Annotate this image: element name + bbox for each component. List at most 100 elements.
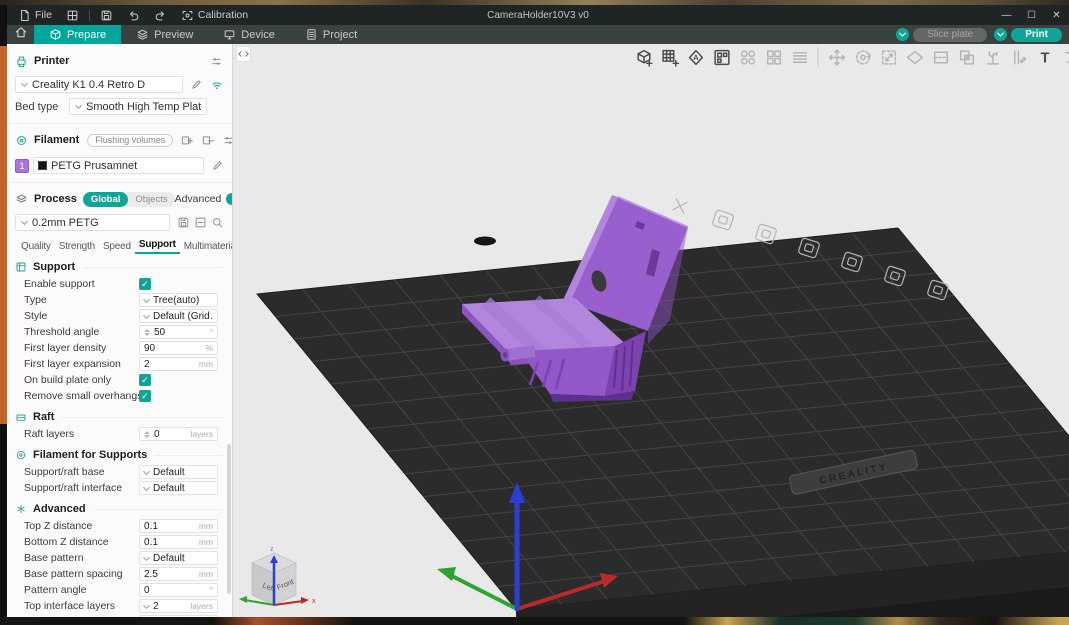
base-pattern-select[interactable]: Default xyxy=(139,551,218,565)
remove-filament-icon[interactable] xyxy=(201,133,215,147)
base-pattern-spacing-input[interactable]: 2.5 mm xyxy=(139,567,218,581)
printer-select[interactable]: Creality K1 0.4 Retro D xyxy=(15,76,183,93)
process-tab-strength[interactable]: Strength xyxy=(55,241,99,254)
process-header: Process xyxy=(34,193,77,205)
setting-label: Support/raft base xyxy=(24,466,105,478)
file-menu[interactable]: File xyxy=(11,5,59,25)
viewport-3d[interactable]: CREALITY Left Front x z A T xyxy=(233,44,1069,617)
tab-prepare[interactable]: Prepare xyxy=(34,25,122,44)
setting-row-base-pattern-spacing: Base pattern spacing 2.5 mm xyxy=(7,566,232,582)
redo-icon xyxy=(154,9,167,22)
first-layer-expansion-input[interactable]: 2 mm xyxy=(139,357,218,371)
screen: File Calibration CameraHolder10V3 v0 — ☐… xyxy=(0,0,1069,625)
text-tool-button[interactable]: T xyxy=(1032,45,1056,69)
sec-filament xyxy=(15,449,27,461)
lay-on-face-tool-button[interactable] xyxy=(902,45,926,69)
calibration-button[interactable]: Calibration xyxy=(174,5,255,25)
redo-button[interactable] xyxy=(147,5,174,25)
cut-tool-button[interactable] xyxy=(928,45,952,69)
first-layer-density-input[interactable]: 90% xyxy=(139,341,218,355)
style-select[interactable]: Default (Grid… xyxy=(139,309,218,323)
threshold-angle-spinner[interactable]: 50 ° xyxy=(139,325,218,339)
minimize-button[interactable]: — xyxy=(994,5,1019,25)
close-button[interactable]: ✕ xyxy=(1044,5,1069,25)
filament-select[interactable]: PETG Prusamnet xyxy=(33,157,204,174)
tab-project[interactable]: Project xyxy=(290,25,372,44)
slice-plate-button[interactable]: Slice plate xyxy=(913,27,988,42)
process-icon xyxy=(15,193,28,206)
setting-label: Base pattern xyxy=(24,552,84,564)
mesh-boolean-tool-button[interactable] xyxy=(954,45,978,69)
support-paint-tool-button[interactable] xyxy=(980,45,1004,69)
print-button[interactable]: Print xyxy=(1011,27,1062,42)
filament-settings-icon[interactable] xyxy=(222,134,232,147)
undo-button[interactable] xyxy=(120,5,147,25)
scale-tool-button[interactable] xyxy=(876,45,900,69)
auto-orient-tool-button[interactable]: A xyxy=(683,45,707,69)
type-select[interactable]: Tree(auto) xyxy=(139,293,218,307)
printer-settings-icon[interactable] xyxy=(210,55,223,68)
advanced-toggle[interactable] xyxy=(226,193,232,205)
setting-row-first-layer-expansion: First layer expansion 2 mm xyxy=(7,356,232,372)
add-plate-tool-button[interactable] xyxy=(657,45,681,69)
support-raft-base-select[interactable]: Default xyxy=(139,465,218,479)
rotate-tool-button[interactable] xyxy=(850,45,874,69)
remove-small-overhangs-checkbox[interactable]: ✓ xyxy=(139,390,151,402)
maximize-button[interactable]: ☐ xyxy=(1019,5,1044,25)
svg-tool-button[interactable] xyxy=(1058,45,1069,69)
wifi-icon[interactable] xyxy=(210,78,224,92)
setting-row-top-interface-layers: Top interface layers 2 layers xyxy=(7,598,232,614)
setting-row-bottom-z-distance: Bottom Z distance 0.1 mm xyxy=(7,534,232,550)
seam-paint-tool-button[interactable] xyxy=(1006,45,1030,69)
tab-device[interactable]: Device xyxy=(208,25,290,44)
process-tab-quality[interactable]: Quality xyxy=(17,241,55,254)
support-raft-interface-select[interactable]: Default xyxy=(139,481,218,495)
setting-label: Bottom interface layers xyxy=(24,616,139,617)
raft-layers-spinner[interactable]: 0 layers xyxy=(139,427,218,441)
save-button[interactable] xyxy=(93,5,120,25)
sidebar-scrollbar[interactable] xyxy=(227,444,231,594)
process-tab-speed[interactable]: Speed xyxy=(99,241,135,254)
print-options-dropdown[interactable] xyxy=(994,28,1008,41)
wallpaper-bottom xyxy=(0,617,1069,625)
arrange-tool-button[interactable] xyxy=(709,45,733,69)
file-menu-label: File xyxy=(35,9,52,21)
tab-preview[interactable]: Preview xyxy=(121,25,208,44)
flushing-volumes-button[interactable]: Flushing volumes xyxy=(87,133,174,147)
delete-preset-icon[interactable] xyxy=(194,216,207,229)
on-build-plate-only-checkbox[interactable]: ✓ xyxy=(139,374,151,386)
sidebar-collapse-handle[interactable] xyxy=(236,46,251,62)
windows-grid-button[interactable] xyxy=(59,5,86,25)
pattern-angle-input[interactable]: 0 ° xyxy=(139,583,218,597)
process-tab-support[interactable]: Support xyxy=(134,239,180,254)
variable-layer-height-tool-button[interactable] xyxy=(787,45,811,69)
add-filament-icon[interactable] xyxy=(180,133,194,147)
slice-options-dropdown[interactable] xyxy=(896,28,910,41)
search-settings-icon[interactable] xyxy=(211,216,224,229)
edit-printer-icon[interactable] xyxy=(190,78,203,91)
edit-filament-icon[interactable] xyxy=(211,159,224,172)
viewport-toolbar: AT xyxy=(631,45,1069,69)
bottom-z-distance-input[interactable]: 0.1 mm xyxy=(139,535,218,549)
plate-action-icon[interactable] xyxy=(712,209,734,231)
enable-support-checkbox[interactable]: ✓ xyxy=(139,278,151,290)
delete-plate-icon[interactable] xyxy=(672,198,688,214)
scene-3d: CREALITY Left Front x z xyxy=(239,195,1069,617)
home-button[interactable] xyxy=(7,25,34,44)
device-icon xyxy=(223,28,236,41)
top-z-distance-input[interactable]: 0.1 mm xyxy=(139,519,218,533)
add-tool-button[interactable] xyxy=(631,45,655,69)
move-tool-button[interactable] xyxy=(824,45,848,69)
split-objects-tool-button[interactable] xyxy=(735,45,759,69)
top-interface-layers-select[interactable]: 2 layers xyxy=(139,599,218,613)
split-parts-tool-button[interactable] xyxy=(761,45,785,69)
bottom-interface-layers-select[interactable]: 2layers xyxy=(139,615,218,617)
setting-label: Style xyxy=(24,310,48,322)
navigation-cube[interactable]: Left Front x z xyxy=(239,546,316,606)
save-preset-icon[interactable] xyxy=(177,216,190,229)
global-objects-toggle[interactable]: Global Objects xyxy=(82,191,175,207)
bed-type-select[interactable]: Smooth High Temp Plate xyxy=(69,98,207,115)
process-preset-select[interactable]: 0.2mm PETG xyxy=(15,214,170,231)
process-tab-multimaterial[interactable]: Multimaterial xyxy=(180,241,232,254)
file-icon xyxy=(18,9,31,22)
